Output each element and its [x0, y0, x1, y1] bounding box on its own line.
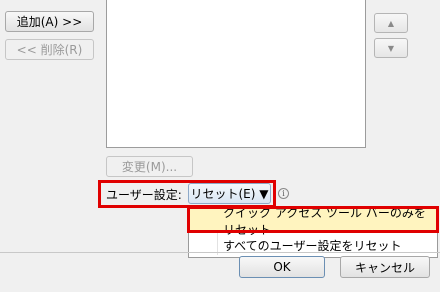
- info-icon[interactable]: i: [278, 188, 289, 199]
- modify-button-label: 変更(M)...: [121, 160, 178, 174]
- cancel-button[interactable]: キャンセル: [340, 256, 430, 278]
- move-up-button[interactable]: ▲: [374, 13, 408, 33]
- add-button-label: 追加(A) >>: [16, 15, 83, 29]
- modify-button[interactable]: 変更(M)...: [106, 156, 193, 177]
- cancel-button-label: キャンセル: [354, 260, 415, 275]
- toolbar-commands-list[interactable]: [106, 0, 366, 148]
- add-button[interactable]: 追加(A) >>: [5, 11, 94, 32]
- ok-button-label: OK: [273, 260, 291, 274]
- move-down-icon: ▼: [387, 43, 395, 53]
- ok-button[interactable]: OK: [239, 256, 325, 278]
- menu-item-reset-all-label: すべてのユーザー設定をリセット: [223, 238, 402, 253]
- move-up-icon: ▲: [387, 18, 395, 28]
- move-down-button[interactable]: ▼: [374, 38, 408, 58]
- remove-button[interactable]: << 削除(R): [5, 39, 94, 60]
- highlight-reset-qat: [187, 206, 439, 233]
- footer-separator: [0, 252, 440, 253]
- remove-button-label: << 削除(R): [16, 43, 83, 57]
- menu-item-reset-all[interactable]: すべてのユーザー設定をリセット: [189, 233, 437, 257]
